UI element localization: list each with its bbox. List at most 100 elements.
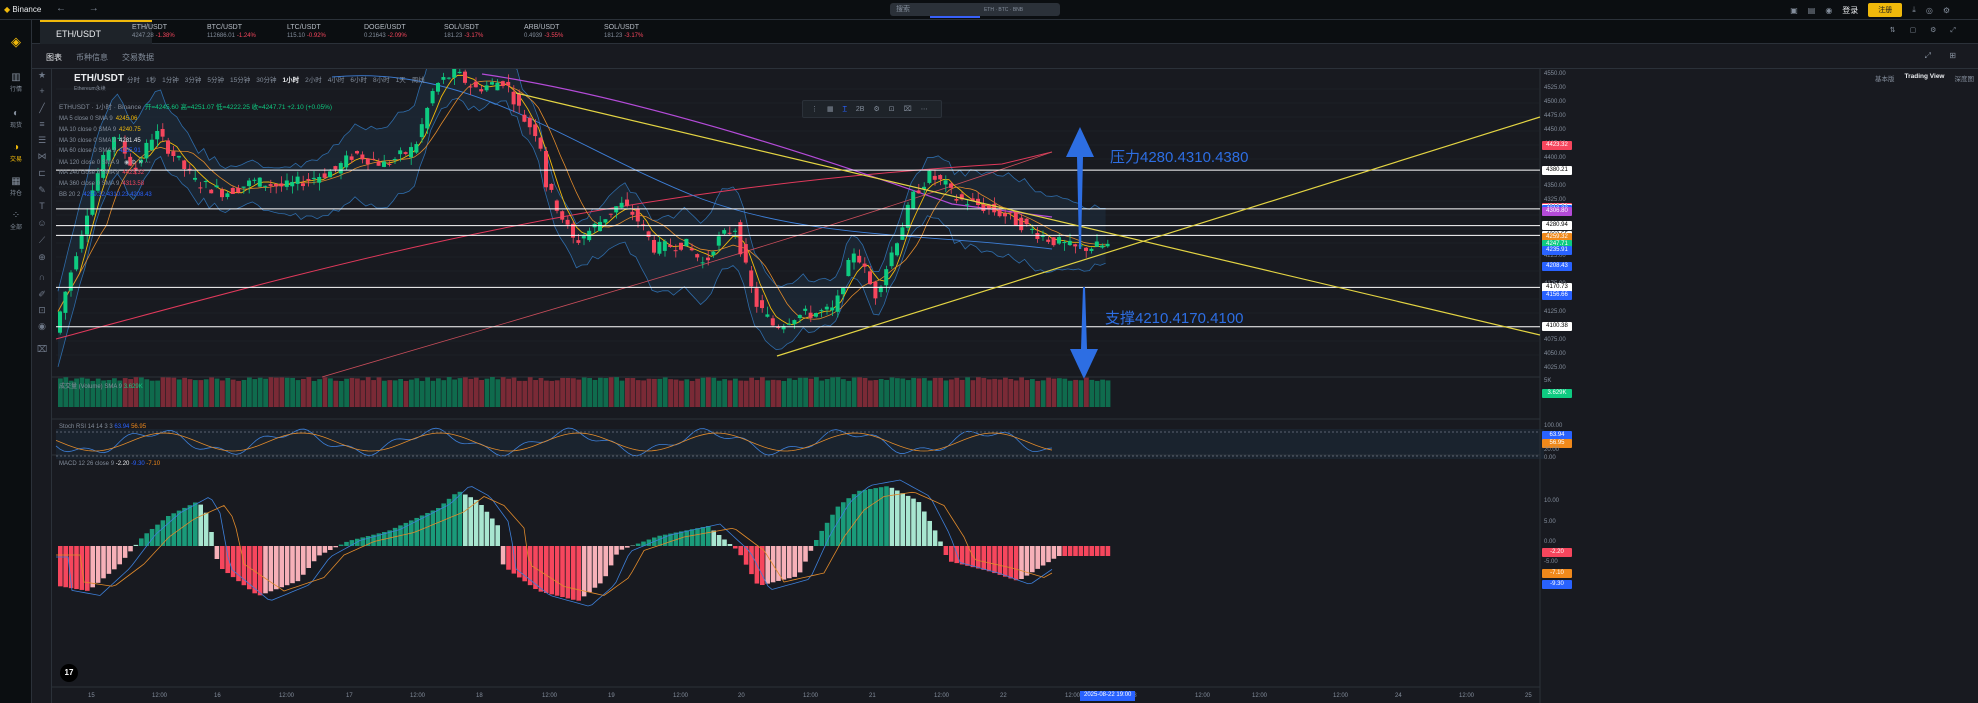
nav-positions[interactable]: ▦ 持仓: [0, 176, 32, 197]
support-annotation[interactable]: 支撑4210.4170.4100: [1105, 307, 1243, 328]
volume-bar: [608, 377, 614, 407]
zoom-icon[interactable]: ⊕: [32, 252, 52, 263]
smile-icon[interactable]: ☺: [32, 218, 52, 228]
macd-bar: [430, 510, 436, 546]
trendline-icon[interactable]: ╱: [32, 103, 52, 114]
time-label: 12:00: [152, 693, 168, 699]
grid-icon: ⁘: [11, 210, 21, 221]
line-width-icon[interactable]: 2B: [856, 106, 865, 113]
tab-ticker[interactable]: SOL/USDT 181.23 -3.17%: [604, 24, 643, 40]
tab-ticker[interactable]: DOGE/USDT 0.21643 -2.09%: [364, 24, 407, 40]
indicator-5[interactable]: MA 240 close 0 SMA 9 4423.32: [59, 170, 144, 176]
timeframe-3分钟[interactable]: 3分钟: [185, 74, 202, 84]
view-switcher: 基本版 Trading View 深度图: [1875, 73, 1974, 83]
nav-spot[interactable]: ◐ 现货: [0, 108, 32, 129]
star-icon[interactable]: ★: [32, 70, 52, 81]
search-input[interactable]: 搜索 ETH · BTC · BNB: [890, 3, 1060, 18]
tab-ticker[interactable]: SOL/USDT 181.23 -3.17%: [444, 24, 483, 40]
download-icon[interactable]: ⤓: [1912, 5, 1916, 15]
login-button[interactable]: 登录: [1842, 5, 1858, 16]
timeframe-1天[interactable]: 1天: [396, 74, 406, 84]
timeframe-1分钟[interactable]: 1分钟: [162, 74, 179, 84]
timeframe-1小时[interactable]: 1小时: [282, 74, 299, 84]
pencil-lock-icon[interactable]: ✐: [32, 289, 52, 300]
orders-icon[interactable]: ▤: [1808, 6, 1816, 15]
indicator-1[interactable]: MA 10 close 0 SMA 9 4240.75: [59, 127, 141, 133]
nav-trade[interactable]: ◑ 交易: [0, 142, 32, 163]
timeframe-30分钟[interactable]: 30分钟: [256, 74, 276, 84]
candle-body: [182, 160, 187, 170]
settings-icon[interactable]: ⚙: [873, 105, 879, 113]
indicator-2[interactable]: MA 30 close 0 SMA 9 4281.45: [59, 138, 141, 144]
indicator-6[interactable]: MA 360 close 0 SMA 9 4313.58: [59, 181, 144, 187]
lock-icon[interactable]: ⊡: [32, 305, 52, 316]
indicator-3[interactable]: MA 60 close 0 SMA 9 4235.91: [59, 148, 141, 154]
timeframe-15分钟[interactable]: 15分钟: [230, 74, 250, 84]
view-1[interactable]: Trading View: [1905, 73, 1945, 83]
view-2[interactable]: 深度图: [1955, 73, 1975, 83]
ticker-tabs: ETH/USDT ETH/USDT 4247.28 -1.38% BTC/USDT…: [32, 20, 1978, 44]
tab-ticker[interactable]: LTC/USDT 115.10 -0.92%: [287, 24, 326, 40]
timeframe-8小时[interactable]: 8小时: [373, 74, 390, 84]
template-icon[interactable]: ▦: [827, 105, 834, 113]
binance-logo[interactable]: ◆ Binance: [4, 5, 41, 14]
tab-chart[interactable]: 图表: [46, 52, 62, 63]
more-icon[interactable]: ⋯: [921, 105, 928, 113]
tab-coin-info[interactable]: 币种信息: [76, 52, 108, 63]
globe-icon[interactable]: ◎: [1926, 6, 1933, 15]
tab-ticker[interactable]: ETH/USDT 4247.28 -1.38%: [132, 24, 175, 40]
chart-symbol[interactable]: ETH/USDT: [74, 73, 124, 84]
register-button[interactable]: 注册: [1868, 3, 1903, 17]
user-icon[interactable]: ◉: [1825, 6, 1832, 15]
macd-bar: [1078, 546, 1084, 556]
brush-icon[interactable]: ✎: [32, 185, 52, 196]
timeframe-5分钟[interactable]: 5分钟: [207, 74, 224, 84]
timeframe-2小时[interactable]: 2小时: [305, 74, 322, 84]
lock-icon[interactable]: ⊡: [889, 105, 895, 113]
indicator-controls[interactable]: ◉ ⚙ ✕ ⋯: [122, 160, 151, 166]
line-color-icon[interactable]: T̲: [843, 106, 847, 113]
tab-ticker[interactable]: ARB/USDT 0.4939 -3.55%: [524, 24, 563, 40]
timeframe-分时[interactable]: 分时: [127, 74, 140, 84]
fib-icon[interactable]: ☰: [32, 135, 52, 146]
volume-bar: [263, 378, 268, 407]
timeframe-周线[interactable]: 周线: [412, 74, 425, 84]
expand-icons[interactable]: ⤢ ⊞: [1925, 51, 1964, 61]
magnet-icon[interactable]: ∩: [32, 272, 52, 282]
view-0[interactable]: 基本版: [1875, 73, 1895, 83]
chart-area[interactable]: ETH/USDT Ethereum永续 分时 1秒 1分钟 3分钟 5分钟 15分钟 30分…: [52, 69, 1978, 703]
chart-svg[interactable]: [52, 69, 1978, 703]
indicator-7[interactable]: BB 20 2 4259.32 4310.23 4208.43: [59, 192, 152, 198]
nav-all[interactable]: ⁘ 全部: [0, 210, 32, 231]
trash-icon[interactable]: ⌧: [32, 344, 52, 355]
resistance-annotation[interactable]: 压力4280.4310.4380: [1110, 146, 1248, 167]
pattern-icon[interactable]: ⋈: [32, 151, 52, 162]
timeframe-6小时[interactable]: 6小时: [350, 74, 367, 84]
ticker-actions[interactable]: ⇅ ▢ ⚙ ⤢: [1890, 26, 1962, 35]
indicator-0[interactable]: MA 5 close 0 SMA 9 4245.06: [59, 116, 137, 122]
candle-body: [241, 186, 246, 188]
timeframe-1秒[interactable]: 1秒: [146, 74, 156, 84]
macd-legend: MACD 12 26 close 9 -2.20 -9.30 -7.10: [59, 461, 161, 467]
nav-markets[interactable]: ▥ 行情: [0, 72, 32, 93]
crosshair-icon[interactable]: +: [32, 86, 52, 96]
projection-icon[interactable]: ⊏: [32, 168, 52, 179]
volume-bar: [160, 377, 166, 407]
timeframe-4小时[interactable]: 4小时: [328, 74, 345, 84]
tradingview-logo[interactable]: 17: [60, 664, 78, 682]
trash-icon[interactable]: ⌧: [904, 105, 912, 113]
drag-icon[interactable]: ⋮: [811, 105, 818, 113]
tab-ticker[interactable]: BTC/USDT 112686.01 -1.24%: [207, 24, 256, 40]
indicator-4[interactable]: MA 120 close 0 SMA 9 ◉ ⚙ ✕ ⋯: [59, 159, 151, 166]
candle-body: [220, 189, 224, 198]
binance-mark-icon[interactable]: ◈: [0, 34, 32, 51]
horizontal-line-icon[interactable]: ≡: [32, 119, 52, 129]
text-icon[interactable]: T: [32, 201, 52, 211]
tab-trade-data[interactable]: 交易数据: [122, 52, 154, 63]
wallet-icon[interactable]: ▣: [1790, 6, 1798, 15]
nav-arrows[interactable]: ← →: [56, 3, 109, 14]
eye-icon[interactable]: ◉: [32, 321, 52, 332]
settings-icon[interactable]: ⚙: [1943, 6, 1950, 15]
ruler-icon[interactable]: ⟋: [32, 235, 52, 246]
price-tag: 4156.66: [1542, 290, 1572, 300]
